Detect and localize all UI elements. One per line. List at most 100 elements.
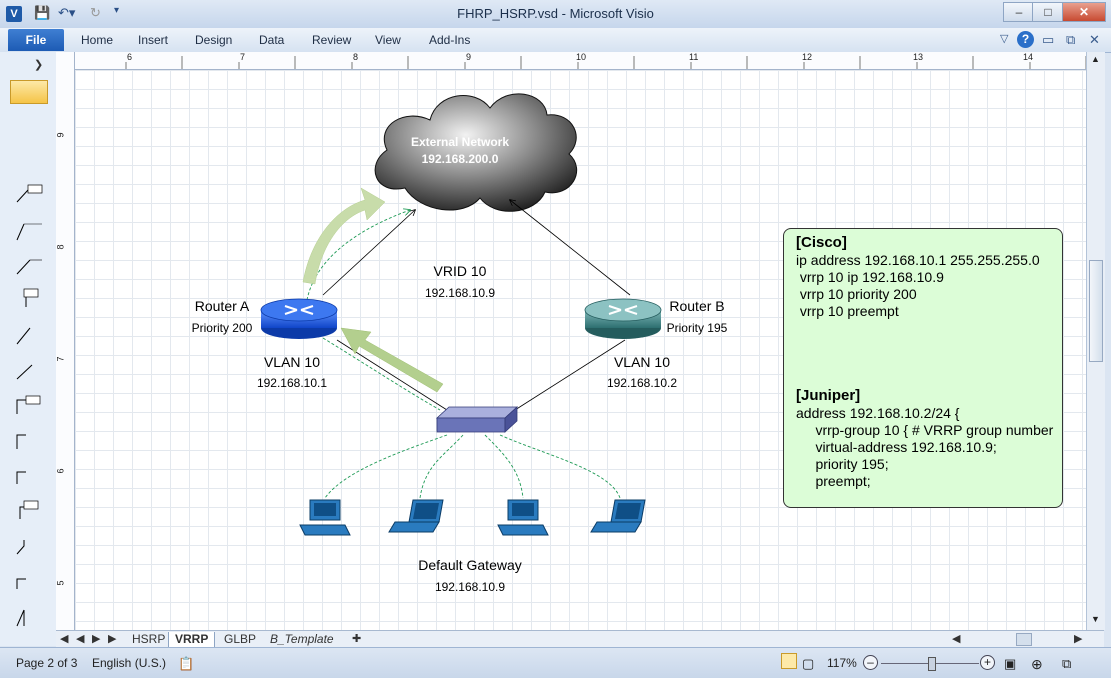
config-line: virtual-address 192.168.10.9; <box>796 439 997 455</box>
prev-page-icon[interactable]: ◀ <box>76 632 84 645</box>
router-b-ip: 192.168.10.2 <box>607 376 677 390</box>
last-page-icon[interactable]: ▶ <box>108 632 116 645</box>
shapes-stencil-button[interactable] <box>10 80 48 104</box>
pan-zoom-icon[interactable]: ⊕ <box>1031 656 1043 673</box>
callout-shape-icon[interactable] <box>14 497 44 521</box>
config-line: preempt; <box>796 473 871 489</box>
macro-record-icon[interactable]: 📋 <box>178 656 194 672</box>
tab-data[interactable]: Data <box>259 33 284 47</box>
ribbon-tab-bar: File Home Insert Design Data Review View… <box>0 28 1111 53</box>
router-b-priority: Priority 195 <box>667 321 728 335</box>
router-b-name: Router B <box>669 298 724 314</box>
link-router-b-cloud <box>510 200 631 296</box>
minimize-button[interactable]: – <box>1003 2 1035 22</box>
first-page-icon[interactable]: ◀ <box>60 632 68 645</box>
config-line: priority 195; <box>796 456 889 472</box>
vertical-scroll-thumb[interactable] <box>1089 260 1103 362</box>
router-a-name: Router A <box>195 298 250 314</box>
config-text-box[interactable]: [Cisco] ip address 192.168.10.1 255.255.… <box>783 228 1063 508</box>
callout-shape-icon[interactable] <box>14 322 44 346</box>
restore-window-icon[interactable]: ▭ <box>1042 32 1054 48</box>
desktop-pc-icon-2[interactable] <box>497 499 549 536</box>
callout-shape-icon[interactable] <box>14 567 44 591</box>
desktop-pc-icon-1[interactable] <box>299 499 351 536</box>
next-page-icon[interactable]: ▶ <box>92 632 100 645</box>
close-button[interactable]: ✕ <box>1062 2 1106 22</box>
callout-shape-icon[interactable] <box>14 532 44 556</box>
callout-shape-icon[interactable] <box>14 462 44 486</box>
ruler-mark: 12 <box>802 52 813 62</box>
title-bar: V 💾 ↶▾ ↻ ▾ FHRP_HSRP.vsd - Microsoft Vis… <box>0 0 1111 29</box>
tab-view[interactable]: View <box>375 33 401 47</box>
scroll-left-icon[interactable]: ◀ <box>952 632 960 645</box>
gateway-label: Default Gateway <box>418 557 522 573</box>
restore-down-icon[interactable]: ⧉ <box>1066 32 1075 48</box>
config-line: vrrp 10 preempt <box>796 303 899 319</box>
ruler-mark: 5 <box>55 580 66 586</box>
callout-shape-icon[interactable] <box>14 392 44 416</box>
switch-windows-icon[interactable]: ⧉ <box>1062 656 1071 672</box>
juniper-header: [Juniper] <box>796 387 861 404</box>
maximize-button[interactable]: □ <box>1032 2 1064 22</box>
router-a-priority: Priority 200 <box>192 321 253 335</box>
failover-arrow-up <box>302 187 386 285</box>
router-a-vlan: VLAN 10 <box>264 354 320 370</box>
zoom-out-icon[interactable]: – <box>863 655 878 670</box>
router-b-icon[interactable] <box>584 298 662 339</box>
ruler-mark: 7 <box>55 356 66 362</box>
callout-shape-icon[interactable] <box>14 604 44 628</box>
scroll-right-icon[interactable]: ▶ <box>1074 632 1082 645</box>
cisco-header: [Cisco] <box>796 234 847 251</box>
file-tab[interactable]: File <box>8 29 64 51</box>
expand-pane-icon[interactable]: ❯ <box>34 58 43 71</box>
scroll-down-icon[interactable]: ▼ <box>1091 614 1100 624</box>
page-tab-b-template[interactable]: B_Template <box>264 632 340 647</box>
presentation-mode-icon[interactable] <box>781 653 797 669</box>
scroll-up-icon[interactable]: ▲ <box>1091 54 1100 64</box>
ruler-mark: 13 <box>913 52 924 62</box>
config-line: ip address 192.168.10.1 255.255.255.0 <box>796 252 1040 268</box>
ruler-mark: 9 <box>55 132 66 138</box>
zoom-in-icon[interactable]: + <box>980 655 995 670</box>
vertical-ruler: 9 8 7 6 5 <box>56 52 75 630</box>
page-tab-hsrp[interactable]: HSRP <box>126 632 171 647</box>
callout-shape-icon[interactable] <box>14 357 44 381</box>
page-tab-strip: ◀ ◀ ▶ ▶ HSRP VRRP GLBP B_Template ✚ ◀ ▶ <box>56 630 1104 648</box>
tab-home[interactable]: Home <box>81 33 113 47</box>
callout-shape-icon[interactable] <box>14 287 44 311</box>
callout-shape-icon[interactable] <box>14 182 44 206</box>
close-document-icon[interactable]: ✕ <box>1089 32 1100 48</box>
language-indicator[interactable]: English (U.S.) <box>92 656 166 670</box>
config-line: address 192.168.10.2/24 { <box>796 405 960 421</box>
tab-design[interactable]: Design <box>195 33 232 47</box>
page-tab-glbp[interactable]: GLBP <box>218 632 262 647</box>
horizontal-ruler: 6 7 8 9 10 11 12 13 14 <box>56 52 1086 70</box>
tab-insert[interactable]: Insert <box>138 33 168 47</box>
page-tab-vrrp[interactable]: VRRP <box>168 632 216 648</box>
drawing-canvas[interactable]: External Network 192.168.200.0 VRID 10 1… <box>75 70 1086 630</box>
help-icon[interactable]: ? <box>1017 31 1034 48</box>
zoom-slider-thumb[interactable] <box>928 657 936 671</box>
callout-shape-icon[interactable] <box>14 218 44 242</box>
ruler-mark: 6 <box>127 52 133 62</box>
zoom-level[interactable]: 117% <box>827 656 857 670</box>
full-screen-icon[interactable]: ▢ <box>802 656 814 672</box>
fit-page-icon[interactable]: ▣ <box>1004 656 1016 672</box>
laptop-icon-2[interactable] <box>590 499 646 533</box>
status-bar: Page 2 of 3 English (U.S.) 📋 ▢ 117% – + … <box>0 647 1111 678</box>
ruler-mark: 14 <box>1023 52 1034 62</box>
page-indicator[interactable]: Page 2 of 3 <box>16 656 77 670</box>
tab-add-ins[interactable]: Add-Ins <box>429 33 470 47</box>
vertical-scrollbar[interactable]: ▲ ▼ <box>1086 52 1105 630</box>
horizontal-scroll-thumb[interactable] <box>1016 633 1032 646</box>
router-a-icon[interactable] <box>260 298 338 339</box>
collapse-ribbon-icon[interactable]: ▽ <box>1000 32 1008 45</box>
ruler-mark: 10 <box>576 52 587 62</box>
callout-shape-icon[interactable] <box>14 427 44 451</box>
insert-page-icon[interactable]: ✚ <box>352 632 361 645</box>
switch-icon[interactable] <box>435 406 519 433</box>
laptop-icon-1[interactable] <box>388 499 444 533</box>
vrid-label: VRID 10 <box>434 263 487 279</box>
callout-shape-icon[interactable] <box>14 252 44 276</box>
tab-review[interactable]: Review <box>312 33 351 47</box>
